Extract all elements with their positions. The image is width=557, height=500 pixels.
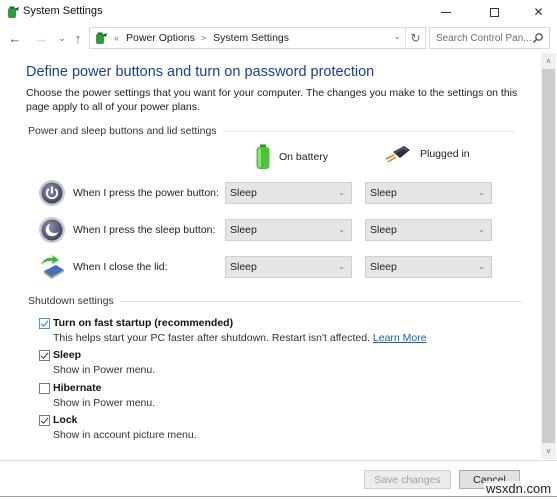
on-battery-column-header: On battery xyxy=(255,144,328,170)
sleep-checkbox[interactable] xyxy=(39,350,50,361)
search-placeholder: Search Control Pan... xyxy=(436,32,532,44)
chevron-down-icon: ⌄ xyxy=(478,188,485,197)
chevron-down-icon: ⌄ xyxy=(338,225,345,234)
sleep-button-icon xyxy=(39,217,65,243)
breadcrumb-overflow-icon[interactable]: « xyxy=(114,33,119,43)
maximize-button[interactable] xyxy=(472,0,517,24)
selected-value: Sleep xyxy=(370,224,397,236)
address-bar[interactable]: « Power Options > System Settings ⌄ ↻ xyxy=(89,27,426,49)
checkmark-icon xyxy=(40,417,49,424)
navigation-bar: ← → ⌄ ↑ « Power Options > System Setting… xyxy=(0,26,557,50)
close-lid-label: When I close the lid: xyxy=(73,261,168,273)
watermark: wsxdn.com xyxy=(484,481,554,496)
section-divider xyxy=(119,300,522,302)
window-title: System Settings xyxy=(23,5,103,17)
chevron-down-icon: ⌄ xyxy=(338,188,345,197)
breadcrumb-separator-icon[interactable]: > xyxy=(201,33,206,43)
on-battery-label: On battery xyxy=(279,151,329,163)
close-icon: ✕ xyxy=(533,5,544,19)
breadcrumb-system-settings[interactable]: System Settings xyxy=(213,32,289,44)
fast-startup-checkbox[interactable] xyxy=(39,318,50,329)
fast-startup-label[interactable]: Turn on fast startup (recommended) xyxy=(53,317,233,329)
fast-startup-description: This helps start your PC faster after sh… xyxy=(53,332,427,344)
power-button-label: When I press the power button: xyxy=(73,187,219,199)
refresh-button[interactable]: ↻ xyxy=(405,28,425,48)
search-icon xyxy=(533,33,543,43)
plugged-in-column-header: Plugged in xyxy=(384,144,470,164)
lock-label[interactable]: Lock xyxy=(53,414,78,426)
page-description: Choose the power settings that you want … xyxy=(26,87,518,113)
section-divider xyxy=(222,130,515,132)
save-changes-button[interactable]: Save changes xyxy=(364,470,451,489)
back-arrow-icon: ← xyxy=(8,30,22,46)
chevron-down-icon: ⌄ xyxy=(338,262,345,271)
scroll-down-button[interactable]: ˅ xyxy=(541,443,556,459)
lock-checkbox[interactable] xyxy=(39,415,50,426)
chevron-down-icon: ˅ xyxy=(546,446,551,456)
control-panel-icon xyxy=(96,32,107,44)
hibernate-checkbox[interactable] xyxy=(39,383,50,394)
minimize-icon xyxy=(440,11,451,13)
section-title: Power and sleep buttons and lid settings xyxy=(28,125,217,137)
description-text: This helps start your PC faster after sh… xyxy=(53,332,370,344)
title-bar: System Settings ✕ xyxy=(0,0,557,24)
power-button-on-battery-select[interactable]: Sleep ⌄ xyxy=(225,182,352,204)
address-dropdown-icon[interactable]: ⌄ xyxy=(393,31,401,42)
sleep-description: Show in Power menu. xyxy=(53,364,156,376)
chevron-down-icon: ⌄ xyxy=(58,32,66,43)
scrollbar-thumb[interactable] xyxy=(542,69,555,443)
hibernate-label[interactable]: Hibernate xyxy=(53,382,101,394)
lock-description: Show in account picture menu. xyxy=(53,429,197,441)
selected-value: Sleep xyxy=(230,187,257,199)
battery-icon xyxy=(256,144,270,169)
checkmark-icon xyxy=(40,352,49,359)
power-button-plugged-in-select[interactable]: Sleep ⌄ xyxy=(365,182,492,204)
selected-value: Sleep xyxy=(370,261,397,273)
selected-value: Sleep xyxy=(230,224,257,236)
search-input[interactable]: Search Control Pan... xyxy=(429,27,550,49)
forward-arrow-icon: → xyxy=(34,30,48,46)
system-settings-window: System Settings ✕ ← → ⌄ ↑ « Power Option… xyxy=(0,0,557,497)
plugged-in-label: Plugged in xyxy=(420,148,470,160)
scroll-up-button[interactable]: ˄ xyxy=(541,53,556,69)
refresh-icon: ↻ xyxy=(410,31,421,45)
up-button[interactable]: ↑ xyxy=(70,29,86,47)
checkmark-icon xyxy=(40,320,49,327)
content-area: Define power buttons and turn on passwor… xyxy=(0,53,541,459)
chevron-up-icon: ˄ xyxy=(546,56,551,66)
up-arrow-icon: ↑ xyxy=(74,30,82,46)
breadcrumb-power-options[interactable]: Power Options xyxy=(126,32,195,44)
power-plug-icon xyxy=(385,146,410,163)
close-button[interactable]: ✕ xyxy=(516,0,557,24)
vertical-scrollbar[interactable]: ˄ ˅ xyxy=(541,53,556,459)
selected-value: Sleep xyxy=(370,187,397,199)
power-buttons-section-header: Power and sleep buttons and lid settings xyxy=(28,125,515,137)
power-button-setting-row: When I press the power button: Sleep ⌄ S… xyxy=(38,179,498,207)
close-lid-plugged-in-select[interactable]: Sleep ⌄ xyxy=(365,256,492,278)
selected-value: Sleep xyxy=(230,261,257,273)
shutdown-section-header: Shutdown settings xyxy=(28,295,522,307)
sleep-label[interactable]: Sleep xyxy=(53,349,81,361)
sleep-button-plugged-in-select[interactable]: Sleep ⌄ xyxy=(365,219,492,241)
close-lid-on-battery-select[interactable]: Sleep ⌄ xyxy=(225,256,352,278)
back-button[interactable]: ← xyxy=(6,29,24,47)
dialog-footer: Save changes Cancel xyxy=(0,460,557,497)
close-lid-setting-row: When I close the lid: Sleep ⌄ Sleep ⌄ xyxy=(38,253,498,281)
learn-more-link[interactable]: Learn More xyxy=(373,332,427,344)
maximize-icon xyxy=(490,7,499,17)
sleep-button-label: When I press the sleep button: xyxy=(73,224,216,236)
power-button-icon xyxy=(39,180,65,206)
chevron-down-icon: ⌄ xyxy=(478,262,485,271)
recent-locations-button[interactable]: ⌄ xyxy=(56,29,68,47)
chevron-down-icon: ⌄ xyxy=(478,225,485,234)
page-title: Define power buttons and turn on passwor… xyxy=(26,64,375,80)
sleep-button-setting-row: When I press the sleep button: Sleep ⌄ S… xyxy=(38,216,498,244)
forward-button[interactable]: → xyxy=(32,29,50,47)
minimize-button[interactable] xyxy=(423,0,468,24)
laptop-lid-icon xyxy=(41,255,64,279)
sleep-button-on-battery-select[interactable]: Sleep ⌄ xyxy=(225,219,352,241)
hibernate-description: Show in Power menu. xyxy=(53,397,156,409)
power-options-app-icon xyxy=(8,6,19,18)
section-title: Shutdown settings xyxy=(28,295,114,307)
